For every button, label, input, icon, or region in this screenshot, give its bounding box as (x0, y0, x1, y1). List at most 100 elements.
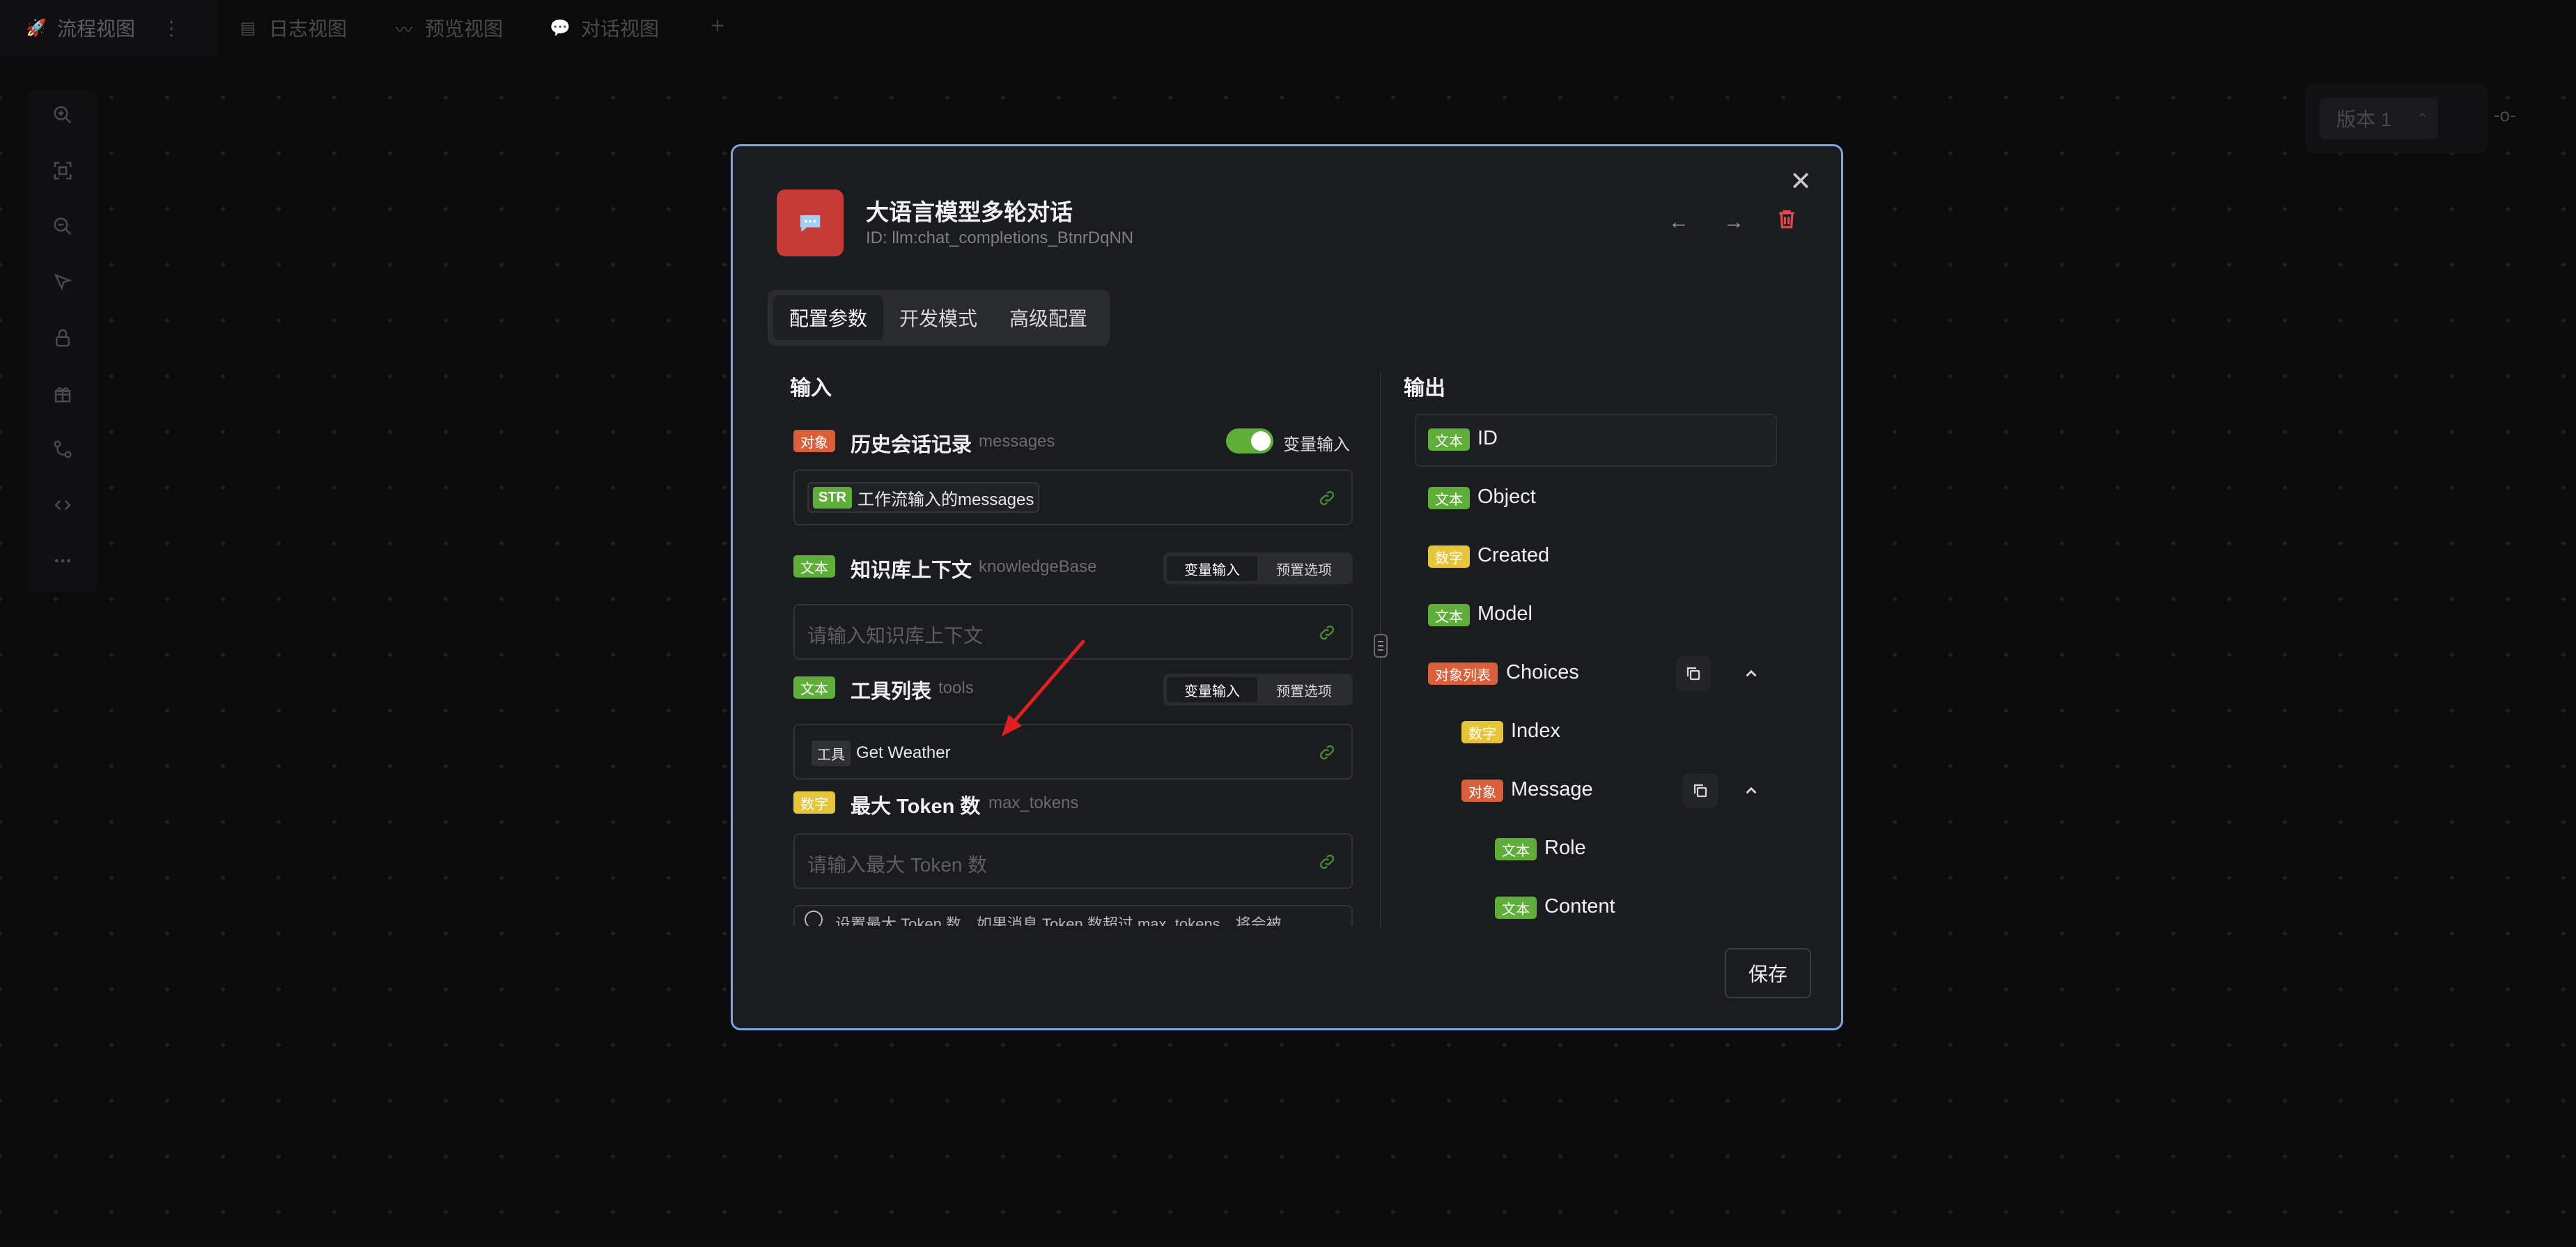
mode-variable[interactable]: 变量输入 (1167, 677, 1257, 702)
chip-text: Get Weather (856, 743, 951, 762)
log-icon: ▤ (240, 18, 256, 38)
type-badge: 文本 (1428, 428, 1470, 451)
more-icon[interactable] (28, 540, 98, 582)
code-icon[interactable] (28, 484, 98, 526)
mode-variable[interactable]: 变量输入 (1167, 556, 1257, 581)
save-button[interactable]: 保存 (1725, 948, 1811, 998)
resize-handle[interactable] (1374, 634, 1388, 658)
gift-icon[interactable] (28, 373, 98, 415)
output-index: Index (1511, 720, 1560, 742)
output-model: Model (1477, 603, 1533, 625)
pointer-icon[interactable] (28, 261, 98, 303)
zoom-out-icon[interactable] (28, 206, 98, 247)
info-icon (805, 911, 823, 926)
max-tokens-note: 设置最大 Token 数，如果消息 Token 数超过 max_tokens，将… (793, 905, 1353, 926)
placeholder: 请输入知识库上下文 (807, 625, 984, 646)
placeholder: 请输入最大 Token 数 (807, 854, 988, 876)
field-label-knowledge: 知识库上下文 (851, 559, 972, 582)
trash-icon[interactable] (1776, 208, 1798, 233)
type-badge: 文本 (1428, 487, 1470, 509)
type-badge: 文本 (1495, 897, 1537, 919)
fit-view-icon[interactable] (28, 150, 98, 192)
chip-text: 工作流输入的messages (858, 490, 1034, 509)
arrow-left-icon[interactable]: ← (1668, 210, 1689, 234)
more-vertical-icon[interactable]: ⋮ (162, 17, 181, 40)
max-tokens-input[interactable]: 请输入最大 Token 数 (793, 833, 1353, 889)
tab-dev-mode[interactable]: 开发模式 (883, 295, 993, 340)
node-config-modal: ✕ 大语言模型多轮对话 ID: llm:chat_completions_Btn… (731, 144, 1843, 1030)
tab-log-view[interactable]: ▤ 日志视图 (238, 0, 347, 56)
preview-icon: 〰 (396, 20, 412, 40)
field-label-tools: 工具列表 (851, 681, 932, 703)
input-mode-switch: 变量输入 预置选项 (1163, 674, 1353, 706)
chevron-up-icon[interactable] (1734, 656, 1769, 691)
field-label-max-tokens: 最大 Token 数 (851, 796, 981, 818)
field-key: messages (979, 432, 1055, 451)
annotation-arrow (1002, 640, 1085, 736)
tools-input[interactable]: 工具 Get Weather (793, 724, 1353, 780)
chevron-up-icon[interactable] (1734, 773, 1769, 808)
field-label-messages: 历史会话记录 (851, 434, 972, 456)
input-mode-switch: 变量输入 预置选项 (1163, 552, 1353, 584)
flow-icon[interactable] (28, 428, 98, 470)
type-badge: 文本 (793, 676, 835, 699)
type-badge: 文本 (793, 555, 835, 578)
version-label: 版本 1 (2336, 109, 2392, 130)
link-icon[interactable] (1318, 853, 1336, 871)
type-badge: 数字 (1461, 721, 1503, 743)
output-created: Created (1477, 544, 1550, 566)
config-tabs: 配置参数 开发模式 高级配置 (768, 290, 1110, 346)
mode-preset[interactable]: 预置选项 (1259, 677, 1349, 702)
close-icon[interactable]: ✕ (1790, 166, 1812, 197)
link-icon[interactable] (1318, 624, 1336, 642)
output-object: Object (1477, 486, 1536, 508)
mode-preset[interactable]: 预置选项 (1259, 556, 1349, 581)
field-key: max_tokens (988, 793, 1079, 812)
lock-icon[interactable] (28, 317, 98, 359)
link-icon[interactable] (1318, 489, 1336, 507)
rocket-icon: 🚀 (26, 18, 47, 38)
tab-config-params[interactable]: 配置参数 (773, 295, 883, 340)
type-badge: 对象 (1461, 780, 1503, 802)
tab-label: 对话视图 (581, 18, 660, 40)
tab-preview-view[interactable]: 〰 预览视图 (394, 0, 503, 56)
toggle-label: 变量输入 (1283, 435, 1350, 454)
variable-chip[interactable]: STR 工作流输入的messages (807, 482, 1040, 513)
inputs-title: 输入 (790, 377, 832, 400)
output-role: Role (1544, 837, 1586, 859)
output-message: Message (1511, 778, 1593, 800)
copy-icon[interactable] (1676, 656, 1711, 691)
output-choices: Choices (1506, 661, 1579, 683)
node-title: 大语言模型多轮对话 (866, 199, 1073, 225)
arrow-right-icon[interactable]: → (1723, 210, 1744, 234)
type-badge: 对象 (793, 430, 835, 452)
chat-icon: 💬 (550, 18, 571, 38)
commit-icon[interactable]: -o- (2494, 104, 2516, 126)
output-id: ID (1477, 427, 1498, 449)
top-bar: 🚀 流程视图 ⋮ ▤ 日志视图 〰 预览视图 💬 对话视图 + (0, 0, 2576, 56)
chevron-up-down-icon: ⌃ (2416, 111, 2428, 127)
outputs-title: 输出 (1404, 377, 1445, 400)
knowledge-input[interactable]: 请输入知识库上下文 (793, 604, 1353, 660)
tab-label: 预览视图 (425, 18, 504, 40)
tool-tag: 工具 (812, 740, 851, 766)
tab-advanced[interactable]: 高级配置 (993, 295, 1103, 340)
node-id: ID: llm:chat_completions_BtnrDqNN (866, 229, 1134, 247)
tab-chat-view[interactable]: 💬 对话视图 (550, 0, 659, 56)
zoom-in-icon[interactable] (28, 94, 98, 136)
variable-input-toggle[interactable] (1226, 428, 1273, 454)
copy-icon[interactable] (1683, 773, 1718, 808)
tab-flow-view[interactable]: 🚀 流程视图 ⋮ (0, 0, 217, 56)
note-text: 设置最大 Token 数，如果消息 Token 数超过 max_tokens，将… (835, 915, 1282, 926)
link-icon[interactable] (1318, 743, 1336, 761)
tool-chip[interactable]: 工具 Get Weather (807, 738, 955, 768)
chat-bubble-icon (777, 189, 844, 256)
messages-input[interactable]: STR 工作流输入的messages (793, 470, 1353, 525)
canvas-toolbar (28, 91, 98, 592)
plus-icon[interactable]: + (711, 13, 724, 40)
version-select[interactable]: 版本 1 ⌃ (2320, 98, 2438, 139)
field-key: tools (938, 679, 974, 697)
type-badge: 文本 (1428, 604, 1470, 626)
type-badge: 数字 (793, 791, 835, 814)
field-key: knowledgeBase (979, 557, 1097, 576)
